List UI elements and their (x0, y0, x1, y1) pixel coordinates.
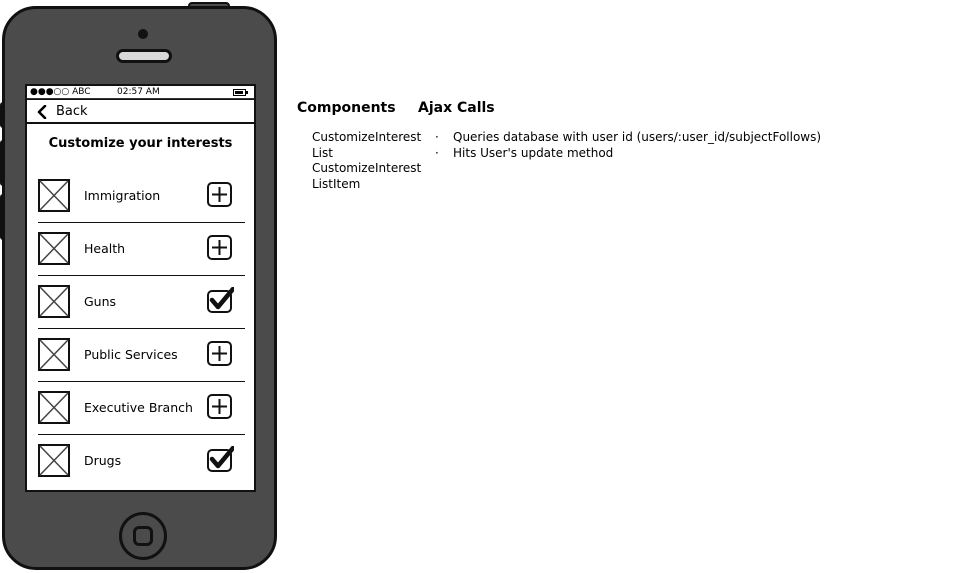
list-item[interactable]: Health (38, 232, 245, 284)
camera-icon (138, 29, 148, 39)
list-item[interactable]: Executive Branch (38, 391, 245, 443)
plus-square-icon[interactable] (206, 393, 234, 421)
interest-label: Guns (84, 294, 117, 309)
bullet: · (435, 145, 439, 160)
ajax-call-text: Hits User's update method (453, 145, 614, 160)
ajax-calls-heading: Ajax Calls (418, 100, 495, 116)
speaker-icon (116, 49, 172, 63)
bullet: · (435, 130, 439, 144)
image-placeholder-icon (38, 338, 70, 371)
row-divider (38, 381, 245, 382)
battery-icon (233, 89, 248, 96)
image-placeholder-icon (38, 391, 70, 424)
component-item: CustomizeInterest (312, 161, 422, 176)
row-divider (38, 434, 245, 435)
ajax-call-item: · Hits User's update method (435, 146, 821, 162)
nav-bar: Back (27, 99, 254, 124)
list-item[interactable]: Immigration (38, 179, 245, 231)
ajax-call-text: Queries database with user id (users/:us… (453, 130, 822, 144)
list-item[interactable]: Drugs (38, 444, 245, 490)
back-label: Back (56, 104, 88, 119)
checkbox-checked-icon[interactable] (206, 287, 234, 315)
interest-label: Drugs (84, 453, 122, 468)
home-square-icon (133, 526, 153, 546)
component-item: List (312, 145, 333, 160)
ajax-call-item: · Queries database with user id (users/:… (435, 130, 821, 146)
ajax-calls-list: · Queries database with user id (users/:… (435, 130, 821, 161)
checkbox-checked-icon[interactable] (206, 446, 234, 474)
interest-label: Health (84, 241, 126, 256)
list-item[interactable]: Guns (38, 285, 245, 337)
row-divider (38, 222, 245, 223)
image-placeholder-icon (38, 232, 70, 265)
back-button[interactable]: Back (37, 102, 88, 122)
row-divider (38, 275, 245, 276)
carrier-signal: ●●●○○ ABC (30, 87, 91, 97)
home-button[interactable] (119, 512, 167, 560)
component-item: CustomizeInterest (312, 130, 422, 144)
phone-screen: ●●●○○ ABC 02:57 AM Back Customize your i… (25, 84, 256, 492)
interest-label: Executive Branch (84, 400, 193, 415)
status-time: 02:57 AM (117, 87, 160, 97)
page-title: Customize your interests (48, 136, 233, 151)
list-item[interactable]: Public Services (38, 338, 245, 390)
chevron-left-icon (37, 105, 47, 119)
components-list: CustomizeInterest List CustomizeInterest… (312, 130, 421, 193)
plus-square-icon[interactable] (206, 181, 234, 209)
interest-label: Immigration (84, 188, 161, 203)
plus-square-icon[interactable] (206, 234, 234, 262)
row-divider (38, 328, 245, 329)
status-bar: ●●●○○ ABC 02:57 AM (27, 86, 254, 99)
components-heading: Components (297, 100, 396, 116)
component-item: ListItem (312, 177, 361, 192)
image-placeholder-icon (38, 444, 70, 477)
image-placeholder-icon (38, 179, 70, 212)
plus-square-icon[interactable] (206, 340, 234, 368)
phone-mockup: ●●●○○ ABC 02:57 AM Back Customize your i… (0, 2, 281, 572)
interest-label: Public Services (84, 347, 178, 362)
image-placeholder-icon (38, 285, 70, 318)
